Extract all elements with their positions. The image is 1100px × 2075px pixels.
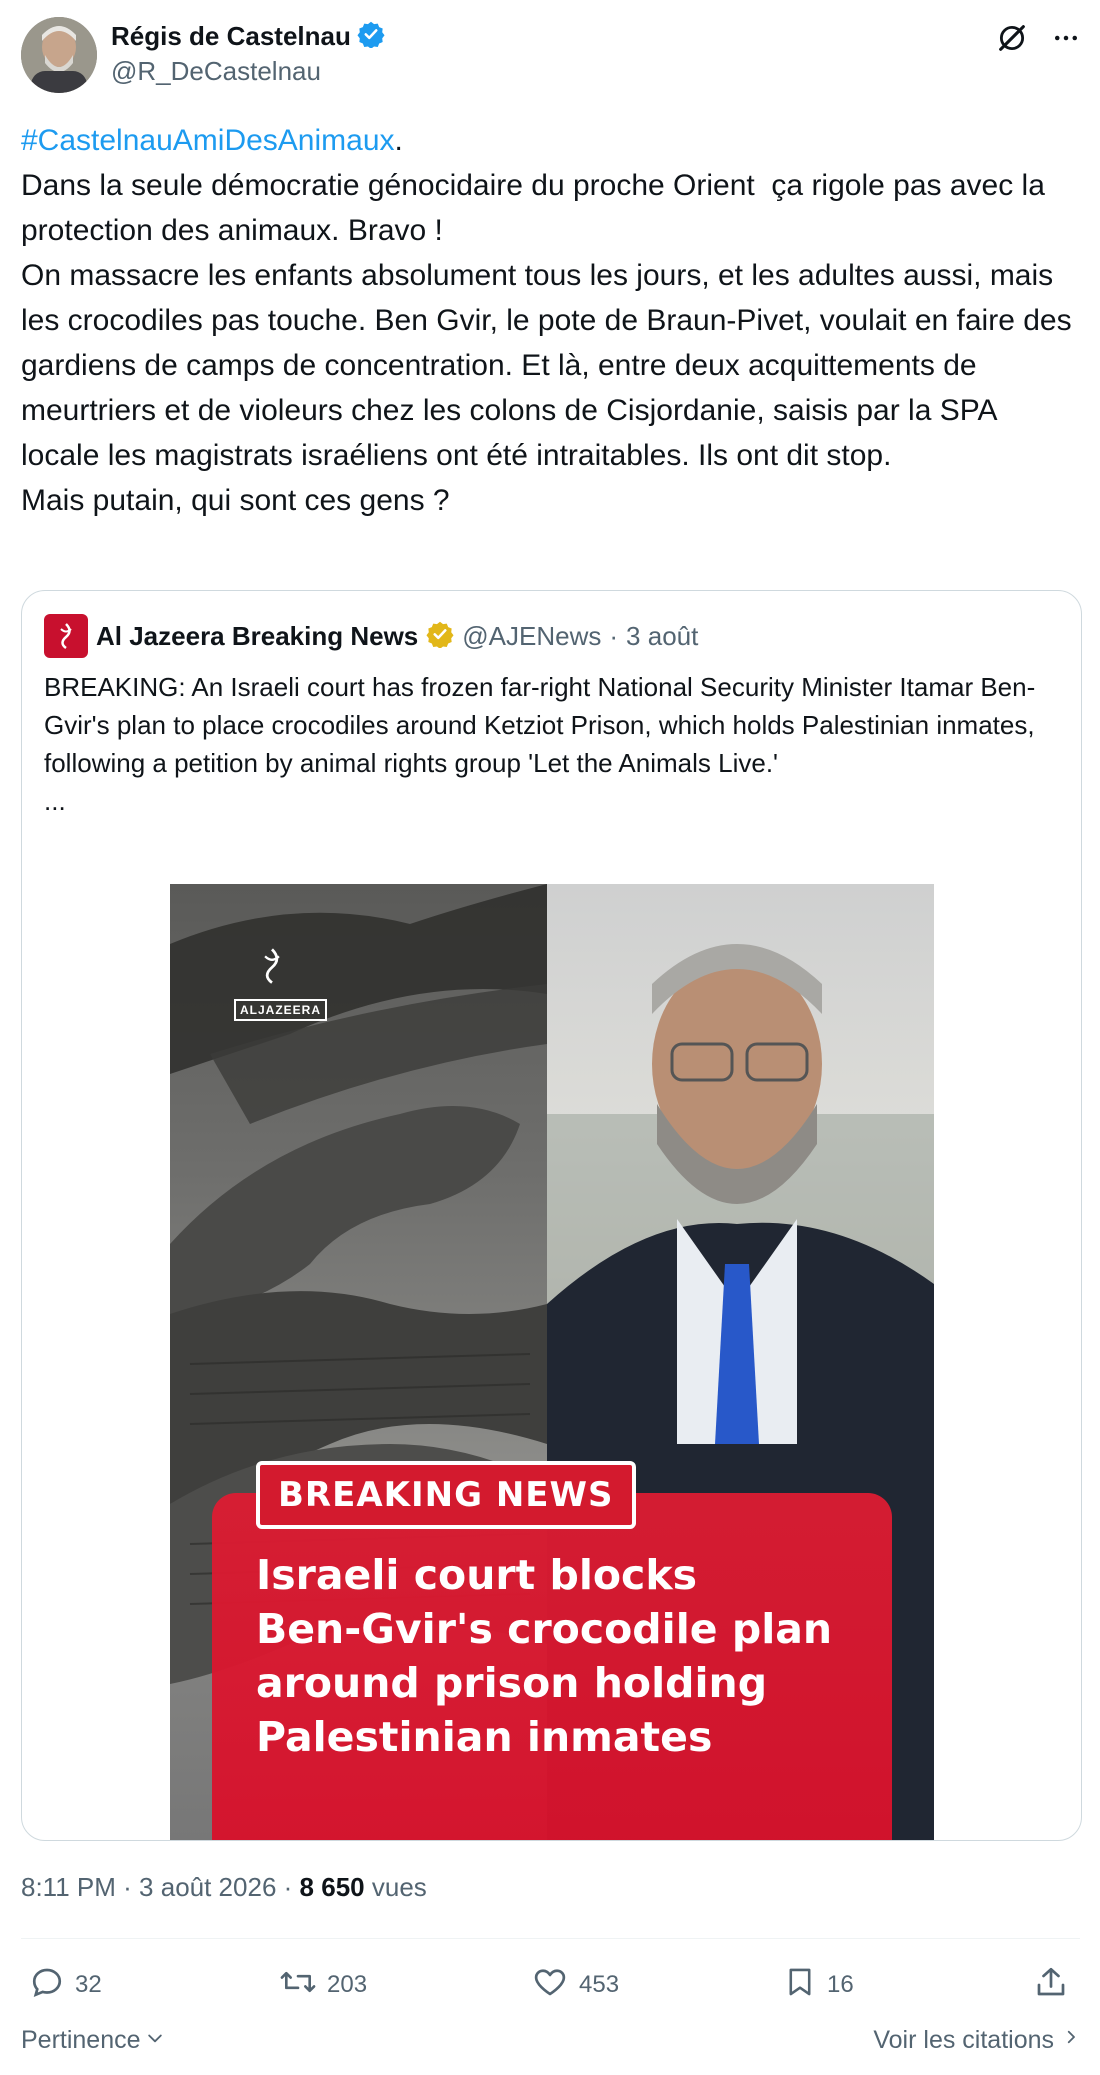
watermark-label: ALJAZEERA <box>234 999 328 1021</box>
breaking-news-badge: BREAKING NEWS <box>256 1461 636 1529</box>
quoted-tweet-header: Al Jazeera Breaking News @AJENews · 3 ao… <box>44 614 698 658</box>
hashtag-punctuation: . <box>394 124 403 157</box>
aljazeera-logo-icon <box>44 614 88 658</box>
quoted-handle[interactable]: @AJENews <box>462 621 601 652</box>
quoted-tweet-card[interactable]: Al Jazeera Breaking News @AJENews · 3 ao… <box>21 590 1082 1841</box>
heart-icon <box>531 1964 569 2007</box>
like-button[interactable]: 453 <box>531 1960 619 2010</box>
repost-button[interactable]: 203 <box>279 1960 367 2010</box>
views-count: 8 650 <box>299 1872 365 1902</box>
sort-dropdown[interactable]: Pertinence <box>21 2026 165 2055</box>
author-avatar[interactable] <box>21 17 97 93</box>
quoted-tweet-image[interactable]: ALJAZEERA BREAKING NEWS Israeli court bl… <box>170 884 934 1840</box>
divider <box>21 1938 1080 1939</box>
quoted-date[interactable]: 3 août <box>626 621 698 652</box>
bookmark-count: 16 <box>827 1971 854 1998</box>
grok-icon[interactable] <box>995 21 1029 60</box>
like-count: 453 <box>579 1971 620 1998</box>
quoted-separator: · <box>609 620 619 651</box>
verified-badge-icon <box>357 20 385 53</box>
repost-icon <box>279 1964 317 2007</box>
chevron-right-icon <box>1062 2026 1080 2055</box>
tweet-text: #CastelnauAmiDesAnimaux. Dans la seule d… <box>21 118 1081 523</box>
tweet-meta: 8:11 PM · 3 août 2026 · 8 650 vues <box>21 1872 427 1903</box>
view-quotes-label: Voir les citations <box>873 2026 1054 2054</box>
reply-count: 32 <box>75 1971 102 1998</box>
bookmark-button[interactable]: 16 <box>783 1960 854 2010</box>
author-handle[interactable]: @R_DeCastelnau <box>111 54 385 88</box>
view-quotes-link[interactable]: Voir les citations <box>873 2026 1080 2055</box>
bookmark-icon <box>783 1964 817 2007</box>
gold-verified-badge-icon <box>426 620 454 653</box>
reply-icon <box>29 1964 65 2007</box>
tweet-body: Dans la seule démocratie génocidaire du … <box>21 169 1072 517</box>
meta-separator: · <box>123 1872 132 1902</box>
tweet-date[interactable]: 3 août 2026 <box>139 1872 276 1902</box>
aljazeera-watermark: ALJAZEERA <box>234 944 328 1021</box>
share-button[interactable] <box>1033 1960 1069 2010</box>
chevron-down-icon <box>145 2026 165 2055</box>
quoted-display-name[interactable]: Al Jazeera Breaking News <box>96 621 418 652</box>
author-display-name[interactable]: Régis de Castelnau <box>111 19 351 53</box>
replies-footer: Pertinence Voir les citations <box>21 2026 1080 2062</box>
sort-label: Pertinence <box>21 2026 141 2054</box>
hashtag-link[interactable]: #CastelnauAmiDesAnimaux <box>21 124 395 157</box>
action-bar: 32 203 453 16 <box>21 1960 1080 2010</box>
more-options-icon[interactable] <box>1051 23 1081 58</box>
tweet-header: Régis de Castelnau @R_DeCastelnau <box>21 17 1081 93</box>
meta-separator: · <box>283 1872 293 1902</box>
quoted-tweet-text: BREAKING: An Israeli court has frozen fa… <box>44 672 1036 816</box>
share-icon <box>1033 1964 1069 2007</box>
reply-button[interactable]: 32 <box>29 1960 102 2010</box>
image-headline: Israeli court blocks Ben-Gvir's crocodil… <box>256 1551 833 1761</box>
author-identity: Régis de Castelnau @R_DeCastelnau <box>111 19 385 88</box>
views-label: vues <box>371 1872 427 1902</box>
repost-count: 203 <box>327 1971 368 1998</box>
tweet-time[interactable]: 8:11 PM <box>21 1872 116 1902</box>
